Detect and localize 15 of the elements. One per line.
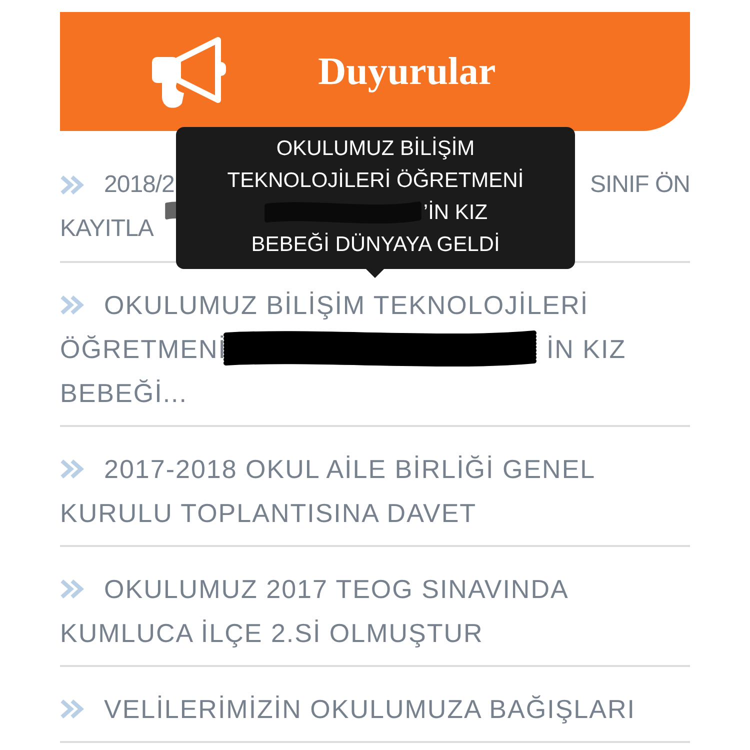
announcement-text[interactable]: OKULUMUZ BİLİŞİM TEKNOLOJİLERİ: [104, 283, 589, 327]
tooltip-text: OKULUMUZ BİLİŞİM: [276, 136, 475, 162]
tooltip-text: TEKNOLOJİLERİ ÖĞRETMENİ: [227, 168, 524, 194]
announcement-link[interactable]: 2017-2018 OKUL AİLE BİRLİĞİ GENEL KURULU TOPLANTISINA DAVET: [60, 447, 690, 535]
announcement-text[interactable]: KAYITLA: [60, 207, 154, 251]
announcement-link[interactable]: VELİLERİMİZİN OKULUMUZA BAĞIŞLARI: [60, 687, 690, 731]
announcement-link[interactable]: OKULUMUZ 2017 TEOG SINAVINDA KUMLUCA İLÇE 2.Sİ OLMUŞTUR: [60, 567, 690, 655]
announcement-text[interactable]: ÖĞRETMENİ: [60, 327, 226, 371]
tooltip-text: ’İN KIZ: [423, 200, 488, 226]
section-title: Duyurular: [318, 49, 496, 94]
announcement-text[interactable]: BEBEĞİ...: [60, 371, 188, 415]
announcement-text[interactable]: 2018/2: [104, 163, 174, 207]
tooltip-text: BEBEĞİ DÜNYAYA GELDİ: [251, 232, 500, 258]
announcement-text[interactable]: İN KIZ: [546, 327, 626, 371]
announcement-text[interactable]: SINIF ÖN: [590, 163, 690, 207]
